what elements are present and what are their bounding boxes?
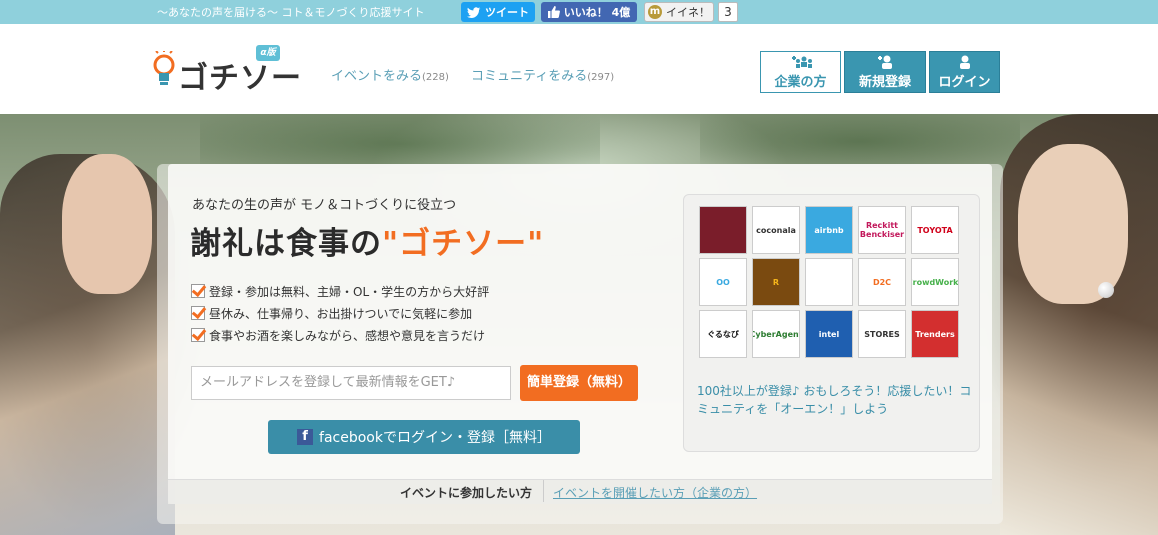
facebook-login-button[interactable]: f facebookでログイン・登録［無料］ (268, 420, 580, 454)
site-tagline: 〜あなたの声を届ける〜 コト＆モノづくり応援サイト (157, 6, 425, 19)
benefit-list: 登録・参加は無料、主婦・OL・学生の方から大好評 昼休み、仕事帰り、お出掛けつい… (191, 280, 489, 346)
register-button-label: 新規登録 (858, 74, 911, 90)
benefit-text: 食事やお酒を楽しみながら、感想や意見を言うだけ (209, 328, 486, 343)
add-user-icon (878, 55, 892, 69)
like-label: いいね！ 4億 (563, 6, 631, 19)
nav-events[interactable]: イベントをみる(228) (331, 65, 449, 84)
nav-events-count: (228) (422, 72, 449, 83)
register-button[interactable]: 新規登録 (844, 51, 926, 93)
benefit-item: 食事やお酒を楽しみながら、感想や意見を言うだけ (191, 324, 489, 346)
partner-logo-grid: coconala airbnb Reckitt Benckiser TOYOTA OO R… (699, 206, 959, 358)
hero-background: あなたの生の声が モノ＆コトづくりに役立つ 謝礼は食事の"ゴチソー" 登録・参加… (0, 114, 1158, 535)
benefit-text: 昼休み、仕事帰り、お出掛けついでに気軽に参加 (209, 306, 473, 321)
partner-logo-d2c[interactable]: D2C (858, 258, 906, 306)
partner-logo-stores[interactable]: STORES (858, 310, 906, 358)
partner-logo-square[interactable] (805, 258, 853, 306)
user-icon (959, 55, 970, 69)
benefit-text: 登録・参加は無料、主婦・OL・学生の方から大好評 (209, 284, 490, 299)
partner-caption: 100社以上が登録♪ おもしろそう！応援したい！コミュニティを「オーエン！」しよ… (697, 384, 972, 416)
benefit-item: 登録・参加は無料、主婦・OL・学生の方から大好評 (191, 280, 489, 302)
login-button-label: ログイン (938, 74, 991, 90)
pearl-earring (1098, 282, 1114, 298)
hero-headline: 謝礼は食事の"ゴチソー" (190, 218, 544, 263)
partner-logo-crowdworks[interactable]: CrowdWorks (911, 258, 959, 306)
headline-highlight: "ゴチソー" (382, 226, 545, 262)
tweet-button[interactable]: ツイート (461, 2, 535, 22)
partner-logo-coconala[interactable]: coconala (752, 206, 800, 254)
facebook-like-button[interactable]: いいね！ 4億 (541, 2, 637, 22)
facebook-login-label: facebookでログイン・登録［無料］ (319, 430, 551, 446)
partner-logo-reckitt[interactable]: Reckitt Benckiser (858, 206, 906, 254)
tab-divider (543, 480, 544, 502)
gochiso-logo[interactable]: ゴチソー α版 (152, 45, 301, 96)
headline-text: 謝礼は食事の (190, 226, 382, 262)
partner-logo-toyota[interactable]: TOYOTA (911, 206, 959, 254)
iine-label: イイネ！ (666, 6, 710, 19)
hero-lead: あなたの生の声が モノ＆コトづくりに役立つ (192, 198, 457, 213)
mixi-icon: m (648, 5, 662, 19)
nav-communities[interactable]: コミュニティをみる(297) (471, 65, 614, 84)
beta-badge: α版 (256, 45, 280, 61)
nav-events-label: イベントをみる (331, 69, 423, 84)
benefit-item: 昼休み、仕事帰り、お出掛けついでに気軽に参加 (191, 302, 489, 324)
person-left-face (62, 154, 152, 294)
partner-logo-cyberagent[interactable]: CyberAgent (752, 310, 800, 358)
nav-communities-label: コミュニティをみる (471, 69, 588, 84)
partner-logo-intel[interactable]: intel (805, 310, 853, 358)
partner-logo-gurunavi[interactable]: ぐるなび (699, 310, 747, 358)
lightbulb-icon (153, 51, 175, 85)
partner-logo-camera[interactable] (699, 206, 747, 254)
checkbox-icon (191, 284, 205, 298)
partner-logo-r[interactable]: R (752, 258, 800, 306)
partner-logo-airbnb[interactable]: airbnb (805, 206, 853, 254)
logo-text: ゴチソー (178, 61, 302, 96)
foliage-decoration (700, 114, 1020, 169)
iine-count: 3 (718, 2, 738, 22)
add-group-icon (791, 55, 812, 68)
partner-logo-trenders[interactable]: Trenders (911, 310, 959, 358)
tab-participant[interactable]: イベントに参加したい方 (400, 484, 532, 501)
tab-host[interactable]: イベントを開催したい方（企業の方） (553, 484, 757, 501)
checkbox-icon (191, 306, 205, 320)
login-button[interactable]: ログイン (929, 51, 1000, 93)
tweet-label: ツイート (485, 6, 529, 19)
twitter-bird-icon (467, 6, 481, 18)
company-button-label: 企業の方 (774, 74, 827, 90)
checkbox-icon (191, 328, 205, 342)
facebook-icon: f (297, 429, 314, 445)
email-input[interactable]: メールアドレスを登録して最新情報をGET♪ (191, 366, 511, 400)
thumbs-up-icon (547, 6, 560, 18)
site-header: ゴチソー α版 イベントをみる(228) コミュニティをみる(297) 企業の方… (0, 24, 1158, 114)
person-right-face (1018, 144, 1128, 304)
company-button[interactable]: 企業の方 (760, 51, 841, 93)
signup-button[interactable]: 簡単登録（無料） (520, 365, 638, 401)
partner-logo-oo[interactable]: OO (699, 258, 747, 306)
nav-communities-count: (297) (587, 72, 615, 83)
iine-button[interactable]: m イイネ！ (644, 2, 714, 22)
